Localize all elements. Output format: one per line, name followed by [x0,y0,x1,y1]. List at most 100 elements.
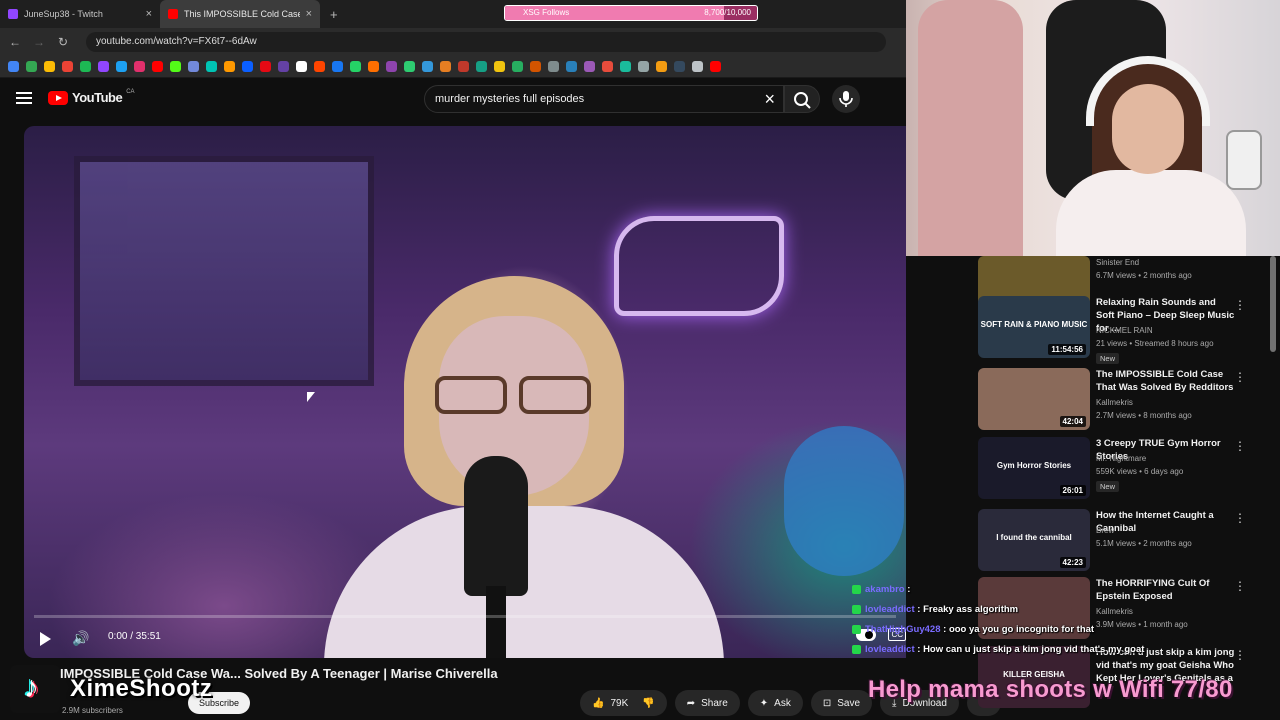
more-options-icon[interactable]: ⋮ [1234,579,1246,593]
kick-badge-icon [852,644,861,654]
more-options-icon[interactable]: ⋮ [1234,370,1246,384]
back-arrow-icon[interactable]: ← [8,35,22,49]
recommendation-item[interactable]: Gym Horror Stories 26:01 3 Creepy TRUE Gym… [978,437,1268,503]
close-tab-icon[interactable]: × [306,8,312,20]
video-player[interactable]: 🔊 0:00 / 35:51 CC [24,126,906,658]
bookmark-favicon-icon[interactable] [386,61,397,72]
voice-search-button[interactable] [832,85,860,113]
bookmark-favicon-icon[interactable] [710,61,721,72]
bookmark-favicon-icon[interactable] [242,61,253,72]
neon-sign [614,216,784,316]
bookmark-favicon-icon[interactable] [62,61,73,72]
recommendation-thumbnail[interactable]: Gym Horror Stories 26:01 [978,437,1090,499]
chat-message: lovleaddict : How can u just skip a kim … [852,644,1144,655]
bookmarks-bar [0,56,906,78]
channel-name[interactable]: Kallmekris [1096,398,1133,407]
channel-name[interactable]: Sinister End [1096,258,1139,267]
bookmark-favicon-icon[interactable] [548,61,559,72]
more-options-icon[interactable]: ⋮ [1234,439,1246,453]
search-icon [794,92,811,109]
bookmark-favicon-icon[interactable] [188,61,199,72]
bookmark-favicon-icon[interactable] [656,61,667,72]
youtube-logo[interactable]: YouTube CA [48,89,135,105]
bookmark-favicon-icon[interactable] [620,61,631,72]
bookmark-favicon-icon[interactable] [476,61,487,72]
recommendation-thumbnail[interactable]: 42:04 [978,368,1090,430]
bookmark-favicon-icon[interactable] [278,61,289,72]
bookmark-favicon-icon[interactable] [530,61,541,72]
studio-microphone [464,456,528,596]
search-button[interactable] [784,85,820,113]
volume-icon[interactable]: 🔊 [72,630,89,647]
bookmark-favicon-icon[interactable] [152,61,163,72]
ask-button[interactable]: ✦ Ask [747,690,803,716]
bookmark-favicon-icon[interactable] [80,61,91,72]
more-options-icon[interactable]: ⋮ [1234,648,1246,662]
channel-name[interactable]: Mr. Nightmare [1096,454,1146,463]
like-button[interactable]: 👍 79K 👎 [580,690,667,716]
bookmark-favicon-icon[interactable] [674,61,685,72]
bookmark-favicon-icon[interactable] [314,61,325,72]
bookmark-favicon-icon[interactable] [26,61,37,72]
bookmark-favicon-icon[interactable] [332,61,343,72]
bookmark-favicon-icon[interactable] [116,61,127,72]
bookmark-favicon-icon[interactable] [260,61,271,72]
youtube-play-logo-icon [48,90,68,105]
channel-name[interactable]: Kallmekris [1096,607,1133,616]
clear-search-icon[interactable]: × [764,89,775,110]
bookmark-favicon-icon[interactable] [206,61,217,72]
recommendation-item[interactable]: SOFT RAIN & PIANO MUSIC 11:54:56 Relaxing … [978,296,1268,364]
thumbs-down-icon[interactable]: 👎 [642,698,654,709]
share-button[interactable]: ➦ Share [674,690,740,716]
bookmark-favicon-icon[interactable] [368,61,379,72]
channel-name[interactable]: Brew [1096,526,1114,535]
bookmark-favicon-icon[interactable] [404,61,415,72]
browser-tab-youtube[interactable]: This IMPOSSIBLE Cold Case Wa × [160,0,320,28]
recommendation-thumbnail[interactable]: I found the cannibal 42:23 [978,509,1090,571]
recommendation-item[interactable]: I found the cannibal 42:23 How the Interne… [978,509,1268,575]
recommendation-item[interactable]: 42:04 The IMPOSSIBLE Cold Case That Was S… [978,368,1268,434]
bookmark-favicon-icon[interactable] [440,61,451,72]
thumbs-up-icon: 👍 [592,697,605,709]
more-options-icon[interactable]: ⋮ [1234,298,1246,312]
play-icon[interactable] [40,632,51,646]
recommendation-thumbnail[interactable]: SOFT RAIN & PIANO MUSIC 11:54:56 [978,296,1090,358]
chat-message: lovleaddict : Freaky ass algorithm [852,604,1018,615]
bookmark-favicon-icon[interactable] [638,61,649,72]
bookmark-favicon-icon[interactable] [602,61,613,72]
bookmark-favicon-icon[interactable] [296,61,307,72]
bookmark-favicon-icon[interactable] [494,61,505,72]
close-tab-icon[interactable]: × [146,8,152,20]
bookmark-favicon-icon[interactable] [8,61,19,72]
menu-icon[interactable] [16,92,32,104]
thumbnail-text: I found the cannibal [996,533,1072,542]
forward-arrow-icon[interactable]: → [32,35,46,49]
channel-name[interactable]: NICKMEL RAIN [1096,326,1153,335]
reload-icon[interactable]: ↻ [56,35,70,49]
save-button[interactable]: ⊡ Save [810,690,873,716]
bookmark-favicon-icon[interactable] [44,61,55,72]
recommendation-title[interactable]: How the Internet Caught a Cannibal [1096,509,1236,535]
webcam-second-person [918,0,1023,256]
bookmark-favicon-icon[interactable] [458,61,469,72]
bookmark-favicon-icon[interactable] [692,61,703,72]
more-options-icon[interactable]: ⋮ [1234,511,1246,525]
url-field[interactable]: youtube.com/watch?v=FX6t7--6dAw [86,32,886,52]
bookmark-favicon-icon[interactable] [170,61,181,72]
recommendation-title[interactable]: The HORRIFYING Cult Of Epstein Exposed [1096,577,1236,603]
recommendation-title[interactable]: The IMPOSSIBLE Cold Case That Was Solved… [1096,368,1236,394]
sidebar-scrollbar[interactable] [1270,256,1276,352]
new-tab-button[interactable]: + [320,7,348,22]
bookmark-favicon-icon[interactable] [224,61,235,72]
bookmark-favicon-icon[interactable] [566,61,577,72]
kick-badge-icon [852,584,861,594]
youtube-favicon-icon [168,9,178,19]
bookmark-favicon-icon[interactable] [422,61,433,72]
bookmark-favicon-icon[interactable] [584,61,595,72]
bookmark-favicon-icon[interactable] [98,61,109,72]
search-input[interactable]: murder mysteries full episodes × [424,85,784,113]
browser-tab-twitch[interactable]: JuneSup38 - Twitch × [0,0,160,28]
bookmark-favicon-icon[interactable] [134,61,145,72]
bookmark-favicon-icon[interactable] [512,61,523,72]
bookmark-favicon-icon[interactable] [350,61,361,72]
